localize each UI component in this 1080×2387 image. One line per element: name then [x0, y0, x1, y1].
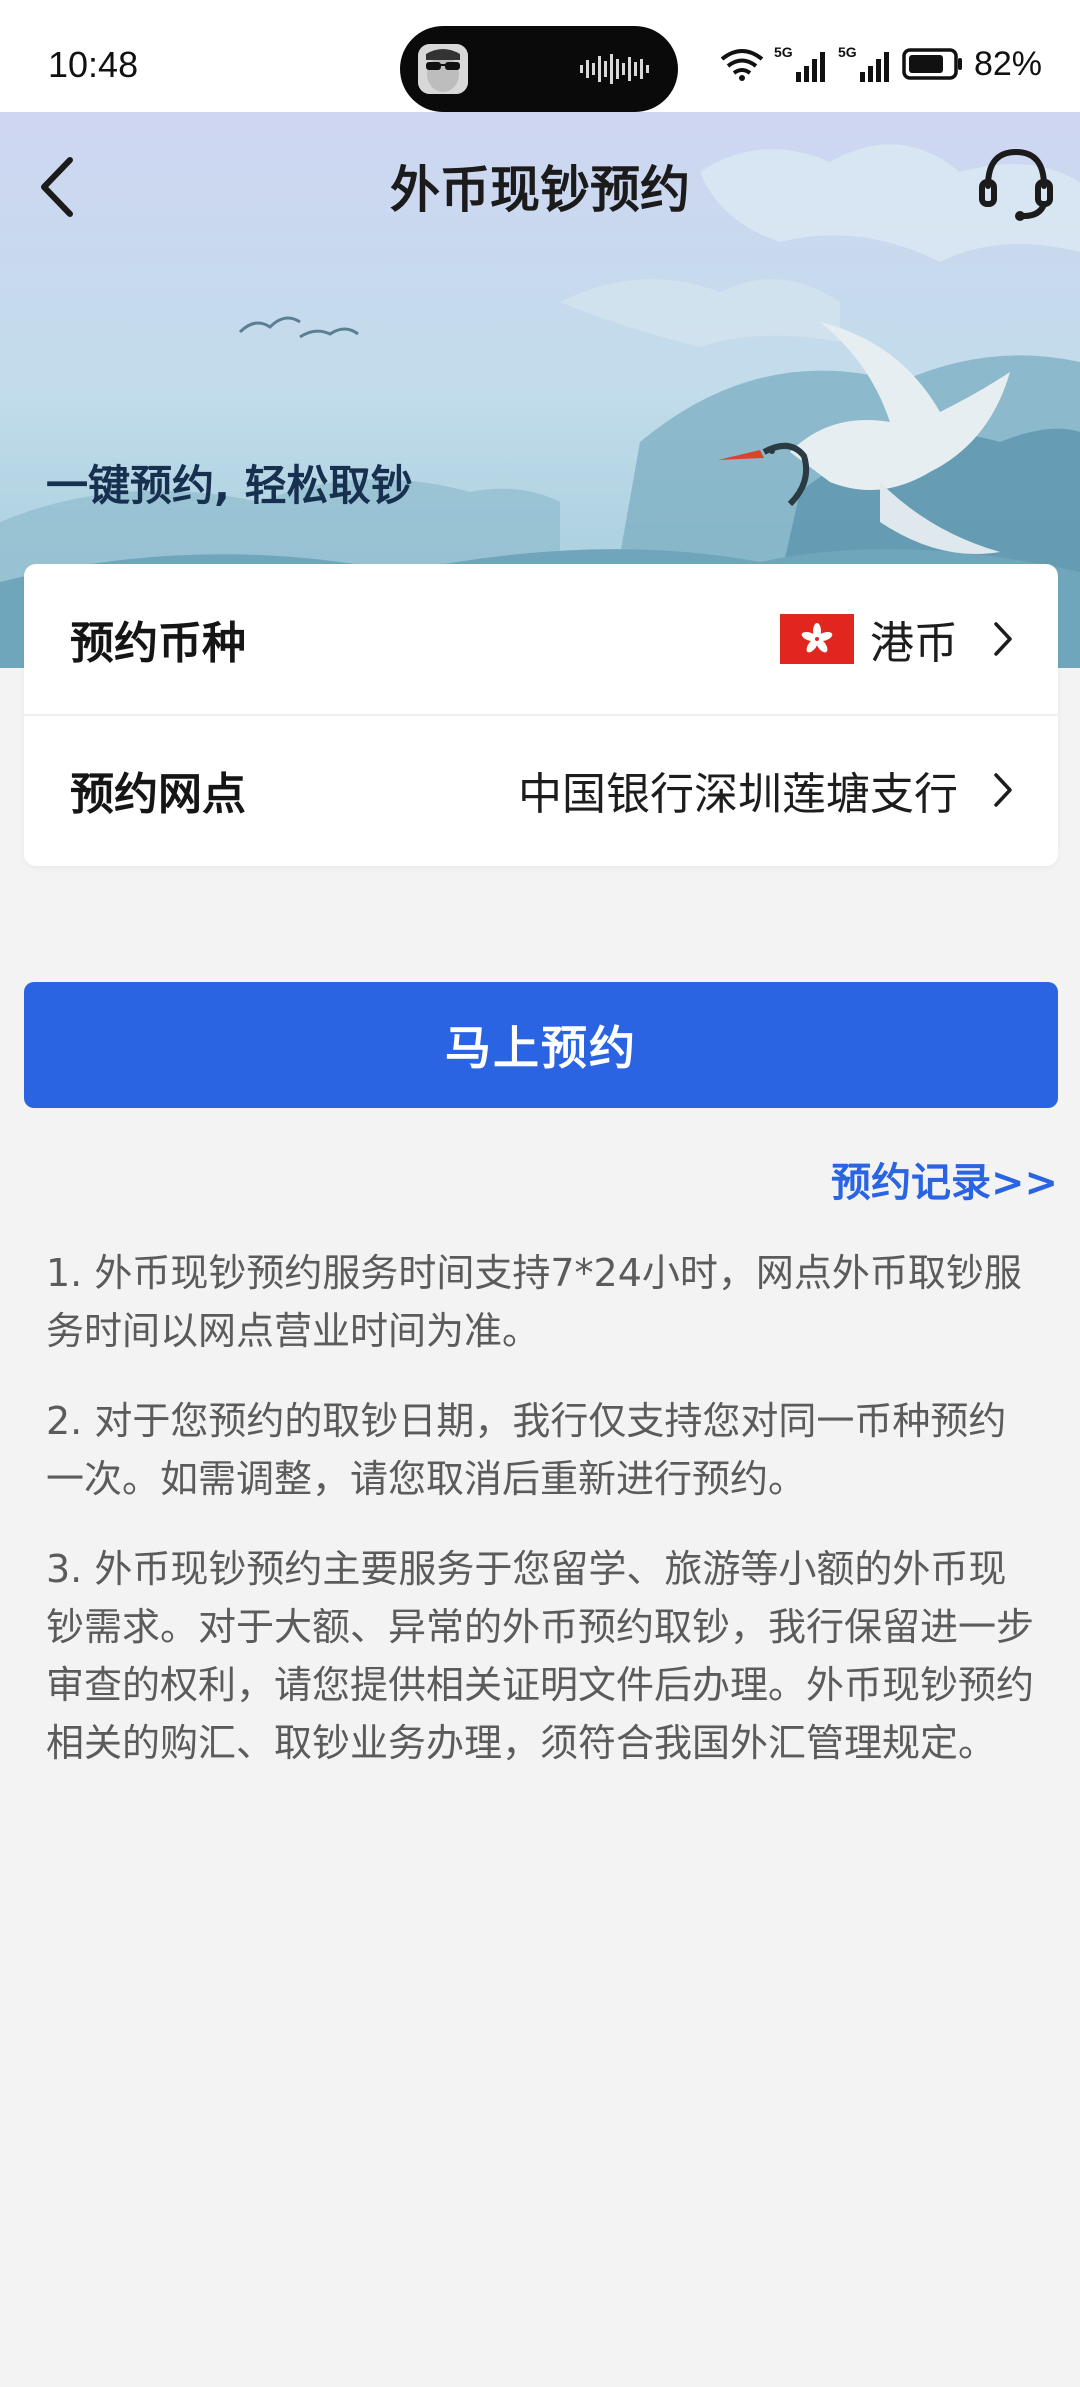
notes-section: 1. 外币现钞预约服务时间支持7*24小时，网点外币取钞服务时间以网点营业时间为… [46, 1244, 1036, 1804]
currency-label: 预约币种 [70, 618, 246, 669]
chevron-right-icon [994, 622, 1012, 656]
hong-kong-flag-icon [780, 614, 854, 664]
dynamic-island[interactable] [400, 26, 678, 112]
chevron-right-icon [994, 773, 1012, 807]
status-indicators: 5G 5G 82% [720, 44, 1042, 84]
customer-service-headset-icon[interactable] [978, 144, 1054, 224]
note-item: 3. 外币现钞预约主要服务于您留学、旅游等小额的外币现钞需求。对于大额、异常的外… [46, 1547, 1035, 1765]
page-title: 外币现钞预约 [390, 161, 690, 219]
audio-wave-icon [580, 54, 649, 84]
island-avatar-icon [418, 44, 468, 94]
status-time: 10:48 [48, 44, 139, 85]
branch-label: 预约网点 [70, 769, 246, 820]
currency-selector-row[interactable]: 预约币种 港币 [24, 564, 1058, 716]
branch-value: 中国银行深圳莲塘支行 [518, 769, 958, 820]
note-item: 2. 对于您预约的取钞日期，我行仅支持您对同一币种预约一次。如需调整，请您取消后… [46, 1399, 1007, 1501]
network-type-1: 5G [774, 44, 793, 60]
note-item: 1. 外币现钞预约服务时间支持7*24小时，网点外币取钞服务时间以网点营业时间为… [46, 1251, 1022, 1353]
reservation-form-card: 预约币种 港币 预约网点 中国银行深圳莲塘支行 [24, 564, 1058, 866]
signal-5g-icon: 5G [774, 44, 825, 82]
battery-icon [902, 48, 962, 80]
currency-value: 港币 [870, 618, 958, 669]
wifi-icon [720, 49, 764, 81]
signal-5g-icon-2: 5G [838, 44, 889, 82]
hero-slogan: 一键预约, 轻松取钞 [46, 461, 413, 510]
battery-percent: 82% [973, 44, 1042, 83]
currency-value-container: 港币 [780, 607, 958, 671]
network-type-2: 5G [838, 44, 857, 60]
status-bar: 10:48 5G 5G 82% [0, 0, 1080, 112]
branch-selector-row[interactable]: 预约网点 中国银行深圳莲塘支行 [24, 715, 1058, 865]
reserve-now-button[interactable]: 马上预约 [24, 982, 1058, 1108]
reservation-records-link[interactable]: 预约记录>> [831, 1150, 1058, 1208]
